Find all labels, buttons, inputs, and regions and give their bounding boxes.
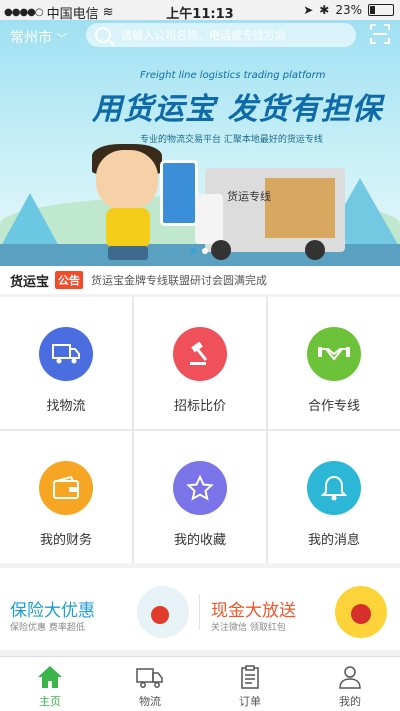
truck-icon <box>39 327 93 381</box>
battery-percent: 23% <box>335 3 362 17</box>
bluetooth-icon: ✱ <box>319 3 330 17</box>
grid-item-finance[interactable]: 我的财务 <box>0 431 132 563</box>
city-label: 常州市 <box>10 30 52 46</box>
promo-image <box>335 586 387 638</box>
truck-label: 货运专线 <box>227 190 271 203</box>
promo-subtitle: 关注微信 领取红包 <box>211 623 286 633</box>
home-icon <box>38 666 62 688</box>
banner-headline: 用货运宝 发货有担保 <box>92 92 383 127</box>
banner[interactable]: 常州市 ﹀ 请输入公司名称、电话或专线方向 Freight line logis… <box>0 20 400 266</box>
search-input[interactable]: 请输入公司名称、电话或专线方向 <box>86 23 356 47</box>
phone-illustration <box>160 160 198 226</box>
grid-item-bidding[interactable]: 招标比价 <box>134 297 266 429</box>
tab-label: 订单 <box>239 695 261 708</box>
battery-icon <box>368 4 394 16</box>
promo-subtitle: 保险优惠 费率超低 <box>10 623 85 633</box>
grid-item-label: 我的消息 <box>307 533 360 548</box>
announcement-brand: 货运宝 <box>10 274 50 290</box>
promo-divider <box>199 594 200 630</box>
tab-orders[interactable]: 订单 <box>200 657 300 711</box>
tab-home[interactable]: 主页 <box>0 657 100 711</box>
tab-logistics[interactable]: 物流 <box>100 657 200 711</box>
scan-icon[interactable] <box>370 24 390 44</box>
promo-image <box>137 586 189 638</box>
grid-item-label: 合作专线 <box>307 399 360 414</box>
clipboard-icon <box>241 665 259 689</box>
grid-item-messages[interactable]: 我的消息 <box>268 431 400 563</box>
chevron-down-icon: ﹀ <box>56 32 68 45</box>
bell-icon <box>307 461 361 515</box>
grid-item-label: 找物流 <box>46 399 86 414</box>
truck-icon <box>136 668 163 688</box>
announcement-text: 货运宝金牌专线联盟研讨会圆满完成 <box>91 274 268 287</box>
wallet-icon <box>39 461 93 515</box>
carousel-dot <box>202 248 208 254</box>
truck-illustration: 货运专线 <box>195 168 345 260</box>
tab-mine[interactable]: 我的 <box>300 657 400 711</box>
grid-item-find-logistics[interactable]: 找物流 <box>0 297 132 429</box>
promo-title: 保险大优惠 <box>10 601 95 621</box>
grid-item-partner-lines[interactable]: 合作专线 <box>268 297 400 429</box>
grid-item-label: 我的收藏 <box>173 533 226 548</box>
carousel-indicator <box>190 248 208 254</box>
search-placeholder: 请输入公司名称、电话或专线方向 <box>121 29 286 42</box>
status-bar: ●●●●○ 中国电信 ≋ 上午11:13 ➤ ✱ 23% <box>0 0 400 22</box>
tab-label: 我的 <box>339 695 361 708</box>
gavel-icon <box>173 327 227 381</box>
tab-bar: 主页 物流 订单 我的 <box>0 656 400 711</box>
grid-item-label: 招标比价 <box>173 399 226 414</box>
banner-mountain-left <box>0 193 60 248</box>
search-row: 常州市 ﹀ 请输入公司名称、电话或专线方向 <box>0 22 400 48</box>
grid-item-favorites[interactable]: 我的收藏 <box>134 431 266 563</box>
announcement-badge: 公告 <box>55 271 84 289</box>
banner-english-tagline: Freight line logistics trading platform <box>140 70 326 81</box>
user-icon <box>339 666 361 689</box>
location-icon: ➤ <box>303 3 314 17</box>
tab-label: 物流 <box>139 695 161 708</box>
promo-title: 现金大放送 <box>211 601 296 621</box>
announcement-bar[interactable]: 货运宝 公告 货运宝金牌专线联盟研讨会圆满完成 <box>0 266 400 294</box>
star-icon <box>173 461 227 515</box>
grid-item-label: 我的财务 <box>39 533 92 548</box>
promo-strip: 保险大优惠 保险优惠 费率超低 现金大放送 关注微信 领取红包 <box>0 568 400 650</box>
tab-label: 主页 <box>39 695 61 708</box>
mascot-illustration <box>88 144 168 260</box>
banner-subline: 专业的物流交易平台 汇聚本地最好的货运专线 <box>140 135 323 145</box>
feature-grid: 找物流 招标比价 合作专线 我的财务 我的收藏 我的消息 <box>0 297 400 563</box>
city-selector[interactable]: 常州市 ﹀ <box>10 27 67 47</box>
carousel-dot-active <box>190 248 196 254</box>
search-icon <box>95 27 111 43</box>
handshake-icon <box>307 327 361 381</box>
